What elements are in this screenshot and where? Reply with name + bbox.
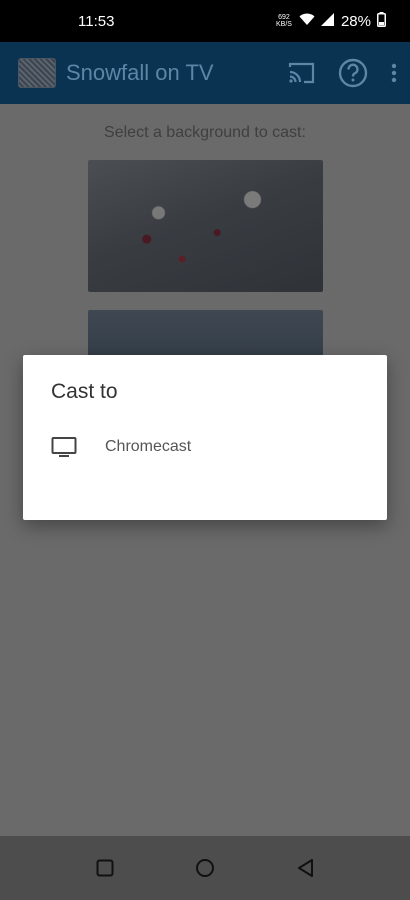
cast-device-item[interactable]: Chromecast <box>23 425 387 469</box>
battery-icon <box>377 11 386 31</box>
recents-square-icon[interactable] <box>87 850 123 886</box>
app-actions <box>288 58 398 88</box>
app-bar: Snowfall on TV <box>0 42 410 104</box>
status-bar: 11:53 692 KB/S 28% <box>0 0 410 42</box>
cast-device-label: Chromecast <box>105 438 192 455</box>
system-nav-bar <box>0 836 410 900</box>
help-icon[interactable] <box>338 58 368 88</box>
status-time: 11:53 <box>78 12 115 30</box>
wifi-icon <box>299 13 315 30</box>
network-speed-value: 692 <box>278 14 290 21</box>
network-speed: 692 KB/S <box>275 14 293 28</box>
network-speed-unit: KB/S <box>275 21 292 28</box>
home-circle-icon[interactable] <box>187 850 223 886</box>
cell-signal-icon <box>320 12 335 30</box>
battery-percent: 28% <box>340 12 371 30</box>
background-option-snowy-branches[interactable] <box>88 160 323 292</box>
tv-icon <box>51 436 77 458</box>
cast-icon[interactable] <box>288 61 316 85</box>
app-title: Snowfall on TV <box>66 60 214 85</box>
app-logo <box>18 58 56 88</box>
more-vert-icon[interactable] <box>390 62 398 84</box>
select-background-label: Select a background to cast: <box>104 124 306 141</box>
status-icons: 692 KB/S 28% <box>275 11 386 31</box>
dialog-title: Cast to <box>51 380 118 403</box>
back-triangle-icon[interactable] <box>287 850 323 886</box>
cast-dialog: Cast to Chromecast <box>23 355 387 520</box>
